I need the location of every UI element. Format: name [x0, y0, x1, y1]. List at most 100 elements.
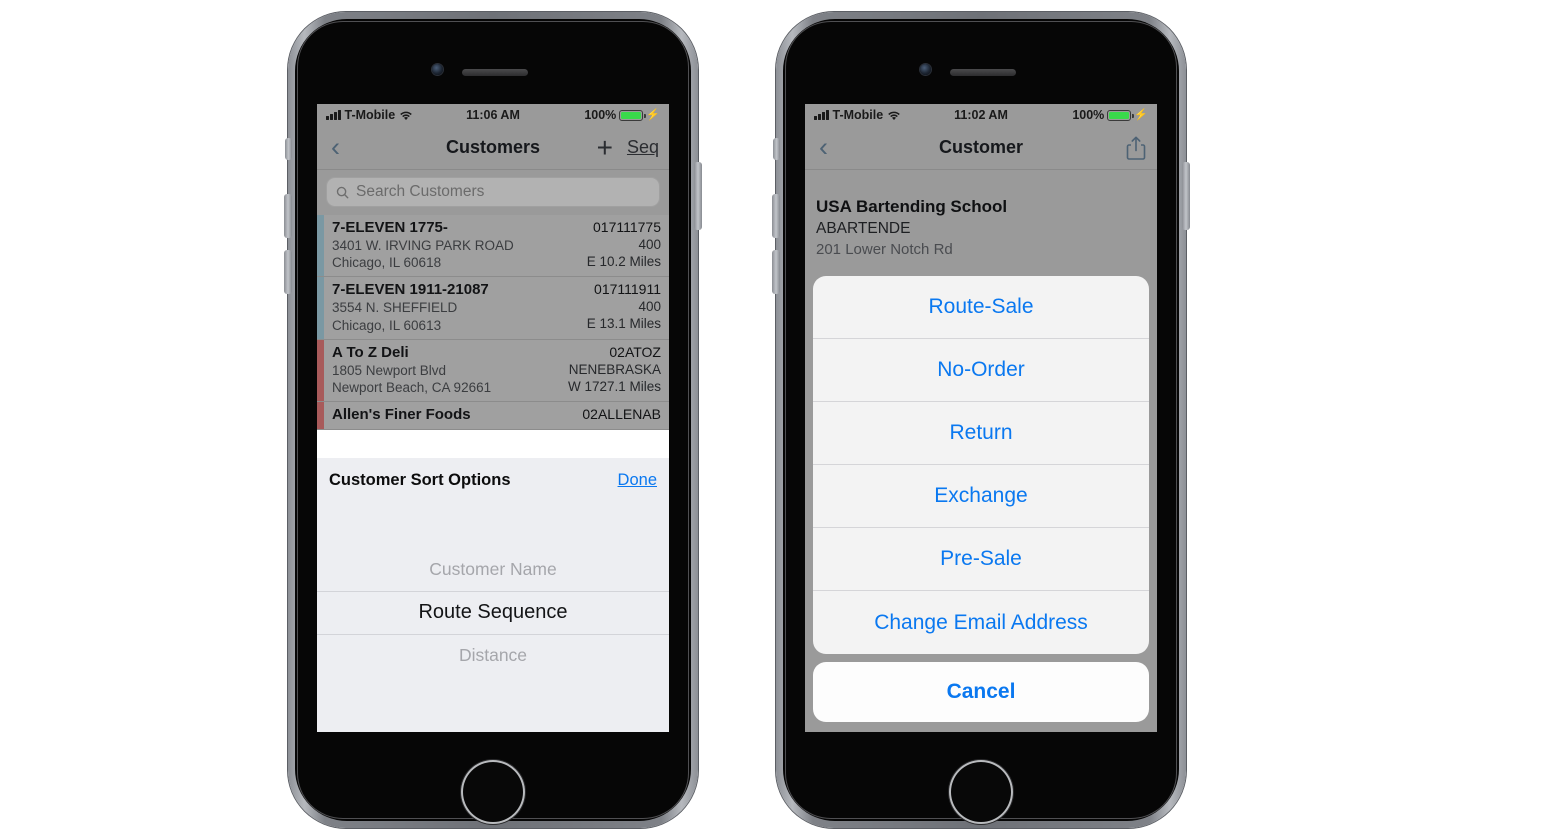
screenshot-stage: T-Mobile 11:06 AM 100% ⚡ ‹ Customers + S… [0, 0, 1560, 840]
customer-name: 7-ELEVEN 1775- [332, 219, 448, 236]
volume-down-button[interactable] [772, 250, 780, 294]
status-bar-right: 100% ⚡ [493, 108, 660, 122]
screen-left: T-Mobile 11:06 AM 100% ⚡ ‹ Customers + S… [317, 104, 669, 732]
row-left: Allen's Finer Foods [332, 406, 471, 424]
charging-bolt-icon: ⚡ [1134, 108, 1148, 121]
dimmed-content-area: USA Bartending School ABARTENDE 201 Lowe… [805, 170, 1157, 732]
row-content: Allen's Finer Foods 02ALLENAB [324, 402, 669, 429]
search-input[interactable]: Search Customers [326, 177, 660, 207]
mute-switch[interactable] [773, 138, 780, 160]
home-button[interactable] [949, 760, 1013, 824]
wifi-icon [887, 110, 901, 121]
row-status-bar [317, 277, 324, 339]
action-exchange[interactable]: Exchange [813, 465, 1149, 528]
picker-option-distance[interactable]: Distance [317, 634, 669, 677]
picker-option-customer-name[interactable]: Customer Name [317, 548, 669, 591]
status-bar: T-Mobile 11:06 AM 100% ⚡ [317, 104, 669, 126]
battery-percent-label: 100% [1072, 108, 1105, 122]
navigation-actions: + Seq [597, 133, 659, 162]
row-content: A To Z Deli 1805 Newport Blvd Newport Be… [324, 340, 669, 401]
row-left: A To Z Deli 1805 Newport Blvd Newport Be… [332, 344, 491, 396]
signal-bars-icon [326, 110, 341, 120]
row-status-bar [317, 215, 324, 277]
action-route-sale[interactable]: Route-Sale [813, 276, 1149, 339]
row-left: 7-ELEVEN 1911-21087 3554 N. SHEFFIELD Ch… [332, 281, 489, 333]
customer-sort-options-sheet: Customer Sort Options Done Customer Name… [317, 458, 669, 732]
customer-distance: E 13.1 Miles [586, 316, 661, 332]
earpiece-speaker [462, 69, 528, 76]
earpiece-speaker [950, 69, 1016, 76]
battery-icon [1107, 109, 1134, 121]
customer-address: 1805 Newport Blvd [332, 362, 447, 378]
status-bar: T-Mobile 11:02 AM 100% ⚡ [805, 104, 1157, 126]
row-status-bar [317, 339, 324, 402]
sequence-button[interactable]: Seq [627, 137, 659, 158]
status-bar-left: T-Mobile [814, 108, 981, 122]
navigation-actions [1125, 135, 1147, 161]
row-right: 017111911 400 E 13.1 Miles [587, 281, 661, 333]
customer-number: 400 [638, 236, 661, 252]
customer-id: 017111911 [594, 281, 661, 298]
back-button[interactable]: ‹ [327, 134, 344, 161]
volume-down-button[interactable] [284, 250, 292, 294]
cancel-button[interactable]: Cancel [813, 662, 1149, 722]
status-bar-right: 100% ⚡ [981, 108, 1148, 122]
back-button[interactable]: ‹ [815, 134, 832, 161]
customer-list[interactable]: 7-ELEVEN 1775- 3401 W. IRVING PARK ROAD … [317, 215, 669, 431]
row-right: 02ATOZ NENEBRASKA W 1727.1 Miles [568, 344, 661, 396]
navigation-bar: ‹ Customer [805, 126, 1157, 170]
row-content: 7-ELEVEN 1775- 3401 W. IRVING PARK ROAD … [324, 215, 669, 276]
add-customer-button[interactable]: + [597, 133, 613, 162]
sort-sheet-title: Customer Sort Options [329, 470, 511, 489]
customer-name: A To Z Deli [332, 343, 409, 361]
action-no-order[interactable]: No-Order [813, 339, 1149, 402]
phone-device-right: T-Mobile 11:02 AM 100% ⚡ ‹ Customer USA … [772, 12, 1190, 828]
table-row[interactable]: A To Z Deli 1805 Newport Blvd Newport Be… [317, 339, 669, 403]
power-button[interactable] [1182, 162, 1190, 230]
row-content: 7-ELEVEN 1911-21087 3554 N. SHEFFIELD Ch… [324, 277, 669, 338]
row-right: 02ALLENAB [582, 406, 661, 424]
customer-id: 02ALLENAB [582, 406, 661, 423]
customer-distance: W 1727.1 Miles [567, 378, 661, 394]
picker-rows: Customer Name Route Sequence Distance [317, 548, 669, 677]
customer-name: 7-ELEVEN 1911-21087 [332, 281, 489, 299]
search-icon [336, 186, 349, 199]
search-container: Search Customers [317, 170, 669, 215]
action-return[interactable]: Return [813, 402, 1149, 465]
action-sheet: Route-Sale No-Order Return Exchange Pre-… [813, 276, 1149, 722]
action-sheet-overlay[interactable]: Route-Sale No-Order Return Exchange Pre-… [805, 170, 1157, 732]
status-bar-left: T-Mobile [326, 108, 493, 122]
customer-city: Chicago, IL 60613 [332, 317, 442, 333]
customer-number: 400 [638, 299, 661, 315]
power-button[interactable] [694, 162, 702, 230]
row-right: 017111775 400 E 10.2 Miles [587, 219, 661, 271]
action-change-email-address[interactable]: Change Email Address [813, 591, 1149, 654]
home-button[interactable] [461, 760, 525, 824]
table-row[interactable]: 7-ELEVEN 1775- 3401 W. IRVING PARK ROAD … [317, 215, 669, 278]
action-sheet-options: Route-Sale No-Order Return Exchange Pre-… [813, 276, 1149, 654]
customer-address: 3554 N. SHEFFIELD [332, 300, 458, 316]
done-button[interactable]: Done [618, 471, 657, 490]
share-icon[interactable] [1125, 135, 1147, 161]
picker-option-route-sequence[interactable]: Route Sequence [317, 591, 669, 634]
carrier-label: T-Mobile [344, 108, 396, 122]
volume-up-button[interactable] [284, 194, 292, 238]
table-row[interactable]: Allen's Finer Foods 02ALLENAB [317, 402, 669, 431]
customer-id: 02ATOZ [609, 343, 661, 360]
battery-percent-label: 100% [584, 108, 617, 122]
volume-up-button[interactable] [772, 194, 780, 238]
phone-device-left: T-Mobile 11:06 AM 100% ⚡ ‹ Customers + S… [284, 12, 702, 828]
wifi-icon [399, 110, 413, 121]
customer-distance: E 10.2 Miles [586, 253, 661, 269]
signal-bars-icon [814, 110, 829, 120]
customer-city: Newport Beach, CA 92661 [332, 379, 492, 395]
customer-address: 3401 W. IRVING PARK ROAD [332, 238, 514, 253]
customer-number: NENEBRASKA [568, 361, 661, 377]
page-title: Customer [938, 137, 1023, 157]
action-pre-sale[interactable]: Pre-Sale [813, 528, 1149, 591]
search-placeholder: Search Customers [356, 183, 485, 200]
screen-right: T-Mobile 11:02 AM 100% ⚡ ‹ Customer USA … [805, 104, 1157, 732]
mute-switch[interactable] [285, 138, 292, 160]
table-row[interactable]: 7-ELEVEN 1911-21087 3554 N. SHEFFIELD Ch… [317, 277, 669, 340]
sort-picker[interactable]: Customer Name Route Sequence Distance [317, 502, 669, 732]
